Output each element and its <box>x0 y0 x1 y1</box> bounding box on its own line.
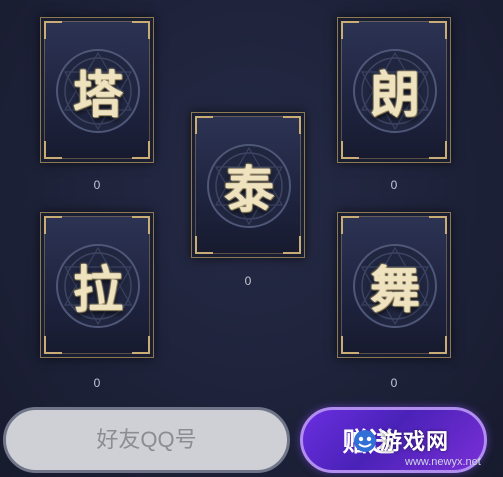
card-wu[interactable]: 舞 <box>337 212 451 358</box>
card-tai[interactable]: 泰 <box>191 112 305 258</box>
watermark-title: 游戏网 <box>380 430 450 455</box>
corner-ornament <box>44 141 62 159</box>
corner-ornament <box>195 236 213 254</box>
card-count: 0 <box>390 178 398 192</box>
corner-ornament <box>429 216 447 234</box>
corner-ornament <box>341 216 359 234</box>
watermark-url: www.newyx.net <box>405 456 481 468</box>
corner-ornament <box>132 141 150 159</box>
card-glyph: 拉 <box>73 260 123 319</box>
friend-qq-input[interactable] <box>3 407 290 473</box>
corner-ornament <box>44 216 62 234</box>
corner-ornament <box>132 216 150 234</box>
corner-ornament <box>341 21 359 39</box>
corner-ornament <box>132 336 150 354</box>
card-glyph: 塔 <box>73 65 123 124</box>
corner-ornament <box>341 141 359 159</box>
card-count: 0 <box>93 178 101 192</box>
corner-ornament <box>429 336 447 354</box>
card-ta[interactable]: 塔 <box>40 17 154 163</box>
corner-ornament <box>341 336 359 354</box>
card-count: 0 <box>390 376 398 390</box>
corner-ornament <box>44 21 62 39</box>
corner-ornament <box>44 336 62 354</box>
card-lang[interactable]: 朗 <box>337 17 451 163</box>
card-glyph: 朗 <box>370 65 420 124</box>
site-logo-icon <box>354 430 376 452</box>
corner-ornament <box>429 21 447 39</box>
card-glyph: 泰 <box>224 160 274 219</box>
card-glyph: 舞 <box>370 260 420 319</box>
card-count: 0 <box>93 376 101 390</box>
card-count: 0 <box>244 274 252 288</box>
corner-ornament <box>132 21 150 39</box>
corner-ornament <box>429 141 447 159</box>
corner-ornament <box>283 236 301 254</box>
corner-ornament <box>283 116 301 134</box>
corner-ornament <box>195 116 213 134</box>
site-watermark: 游戏网 www.newyx.net <box>352 424 502 474</box>
card-la[interactable]: 拉 <box>40 212 154 358</box>
